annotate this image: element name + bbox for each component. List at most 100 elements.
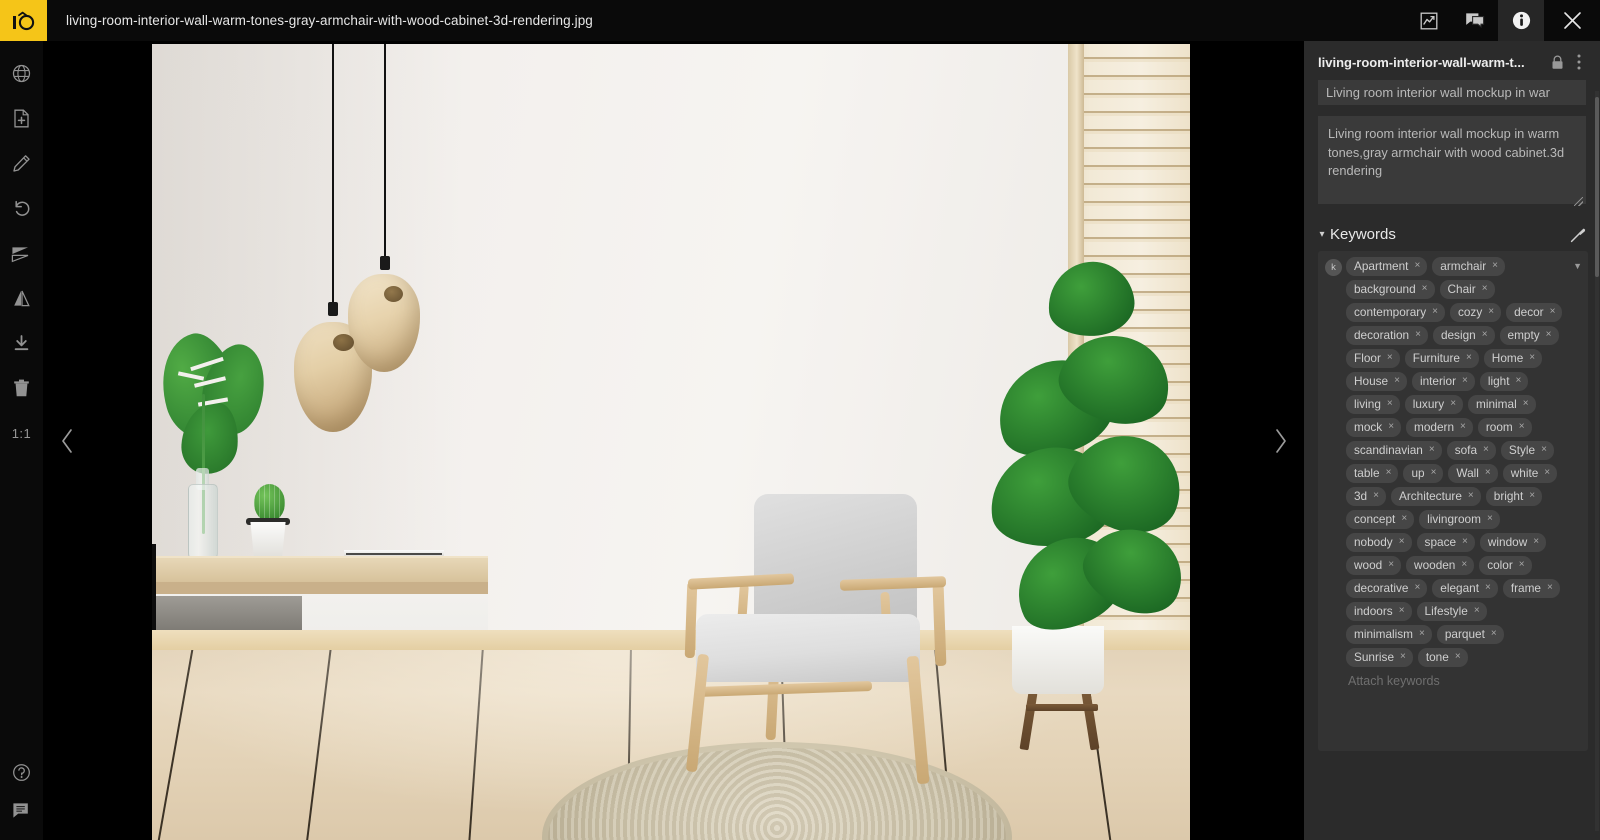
more-vertical-icon[interactable]	[1568, 54, 1590, 70]
keywords-box[interactable]: k ▼ Apartment × armchair × background × Chair ×…	[1318, 251, 1588, 751]
remove-keyword-icon[interactable]: ×	[1387, 397, 1393, 411]
keyword-chip[interactable]: tone ×	[1417, 648, 1468, 667]
remove-keyword-icon[interactable]: ×	[1450, 397, 1456, 411]
keywords-dropdown-icon[interactable]: ▼	[1573, 261, 1582, 271]
remove-keyword-icon[interactable]: ×	[1373, 489, 1379, 503]
keyword-chip[interactable]: Floor ×	[1346, 349, 1400, 368]
remove-keyword-icon[interactable]: ×	[1401, 512, 1407, 526]
keyword-chip[interactable]: mock ×	[1346, 418, 1402, 437]
remove-keyword-icon[interactable]: ×	[1414, 581, 1420, 595]
pencil-icon[interactable]	[0, 141, 43, 186]
remove-keyword-icon[interactable]: ×	[1432, 305, 1438, 319]
remove-keyword-icon[interactable]: ×	[1516, 374, 1522, 388]
keyword-chip[interactable]: wood ×	[1346, 556, 1402, 575]
remove-keyword-icon[interactable]: ×	[1519, 420, 1525, 434]
remove-keyword-icon[interactable]: ×	[1492, 259, 1498, 273]
remove-keyword-icon[interactable]: ×	[1541, 443, 1547, 457]
remove-keyword-icon[interactable]: ×	[1414, 259, 1420, 273]
remove-keyword-icon[interactable]: ×	[1529, 489, 1535, 503]
remove-keyword-icon[interactable]: ×	[1485, 581, 1491, 595]
keyword-chip[interactable]: Chair ×	[1439, 280, 1495, 299]
remove-keyword-icon[interactable]: ×	[1460, 420, 1466, 434]
keyword-chip[interactable]: color ×	[1479, 556, 1532, 575]
remove-keyword-icon[interactable]: ×	[1474, 604, 1480, 618]
flip-vertical-icon[interactable]	[0, 231, 43, 276]
keyword-chip[interactable]: living ×	[1346, 395, 1400, 414]
keyword-chip[interactable]: decor ×	[1506, 303, 1563, 322]
keyword-chip[interactable]: 3d ×	[1346, 487, 1386, 506]
document-add-icon[interactable]	[0, 96, 43, 141]
remove-keyword-icon[interactable]: ×	[1523, 397, 1529, 411]
trash-icon[interactable]	[0, 366, 43, 411]
remove-keyword-icon[interactable]: ×	[1482, 328, 1488, 342]
globe-icon[interactable]	[0, 51, 43, 96]
remove-keyword-icon[interactable]: ×	[1487, 512, 1493, 526]
info-icon[interactable]	[1498, 0, 1544, 41]
remove-keyword-icon[interactable]: ×	[1544, 466, 1550, 480]
description-textarea[interactable]: Living room interior wall mockup in warm…	[1318, 116, 1586, 204]
flip-horizontal-icon[interactable]	[0, 276, 43, 321]
comments-icon[interactable]	[1452, 0, 1498, 41]
keyword-chip[interactable]: white ×	[1502, 464, 1558, 483]
keyword-chip[interactable]: minimal ×	[1468, 395, 1536, 414]
keyword-chip[interactable]: luxury ×	[1404, 395, 1464, 414]
next-image-button[interactable]	[1260, 416, 1300, 466]
help-icon[interactable]	[0, 750, 43, 795]
keyword-chip[interactable]: minimalism ×	[1346, 625, 1432, 644]
title-input[interactable]	[1318, 80, 1586, 105]
keyword-chip[interactable]: Architecture ×	[1390, 487, 1481, 506]
remove-keyword-icon[interactable]: ×	[1483, 443, 1489, 457]
lock-icon[interactable]	[1546, 55, 1568, 70]
keyword-chip[interactable]: parquet ×	[1436, 625, 1504, 644]
keyword-chip[interactable]: scandinavian ×	[1346, 441, 1442, 460]
keyword-chip[interactable]: Style ×	[1500, 441, 1554, 460]
camera-logo-icon[interactable]	[0, 0, 47, 41]
analytics-icon[interactable]	[1406, 0, 1452, 41]
keyword-chip[interactable]: Apartment ×	[1346, 257, 1428, 276]
keyword-chip[interactable]: up ×	[1403, 464, 1444, 483]
magic-wand-icon[interactable]	[1568, 227, 1588, 243]
remove-keyword-icon[interactable]: ×	[1388, 420, 1394, 434]
zoom-ratio-button[interactable]: 1:1	[0, 411, 43, 456]
keyword-chip[interactable]: frame ×	[1502, 579, 1560, 598]
keyword-chip[interactable]: Wall ×	[1448, 464, 1498, 483]
remove-keyword-icon[interactable]: ×	[1466, 351, 1472, 365]
remove-keyword-icon[interactable]: ×	[1394, 374, 1400, 388]
close-icon[interactable]	[1544, 0, 1600, 41]
attach-keywords-placeholder[interactable]: Attach keywords	[1324, 667, 1582, 688]
remove-keyword-icon[interactable]: ×	[1415, 328, 1421, 342]
keyword-chip[interactable]: cozy ×	[1449, 303, 1502, 322]
keyword-chip[interactable]: livingroom ×	[1419, 510, 1500, 529]
remove-keyword-icon[interactable]: ×	[1485, 466, 1491, 480]
keyword-chip[interactable]: empty ×	[1499, 326, 1559, 345]
keyword-chip[interactable]: concept ×	[1346, 510, 1415, 529]
keyword-chip[interactable]: Furniture ×	[1404, 349, 1479, 368]
download-icon[interactable]	[0, 321, 43, 366]
remove-keyword-icon[interactable]: ×	[1550, 305, 1556, 319]
keyword-chip[interactable]: Sunrise ×	[1346, 648, 1413, 667]
remove-keyword-icon[interactable]: ×	[1468, 489, 1474, 503]
undo-icon[interactable]	[0, 186, 43, 231]
remove-keyword-icon[interactable]: ×	[1491, 627, 1497, 641]
remove-keyword-icon[interactable]: ×	[1431, 466, 1437, 480]
remove-keyword-icon[interactable]: ×	[1529, 351, 1535, 365]
keyword-chip[interactable]: background ×	[1346, 280, 1435, 299]
remove-keyword-icon[interactable]: ×	[1387, 351, 1393, 365]
keyword-chip[interactable]: Home ×	[1483, 349, 1543, 368]
remove-keyword-icon[interactable]: ×	[1455, 650, 1461, 664]
keyword-chip[interactable]: contemporary ×	[1346, 303, 1445, 322]
remove-keyword-icon[interactable]: ×	[1462, 535, 1468, 549]
remove-keyword-icon[interactable]: ×	[1482, 282, 1488, 296]
remove-keyword-icon[interactable]: ×	[1461, 558, 1467, 572]
keyword-chip[interactable]: design ×	[1432, 326, 1495, 345]
remove-keyword-icon[interactable]: ×	[1547, 581, 1553, 595]
keyword-chip[interactable]: elegant ×	[1432, 579, 1498, 598]
remove-keyword-icon[interactable]: ×	[1429, 443, 1435, 457]
prev-image-button[interactable]	[47, 416, 87, 466]
keyword-chip[interactable]: sofa ×	[1446, 441, 1496, 460]
remove-keyword-icon[interactable]: ×	[1462, 374, 1468, 388]
keyword-chip[interactable]: interior ×	[1411, 372, 1475, 391]
remove-keyword-icon[interactable]: ×	[1546, 328, 1552, 342]
keyword-chip[interactable]: indoors ×	[1346, 602, 1412, 621]
keyword-chip[interactable]: bright ×	[1485, 487, 1543, 506]
